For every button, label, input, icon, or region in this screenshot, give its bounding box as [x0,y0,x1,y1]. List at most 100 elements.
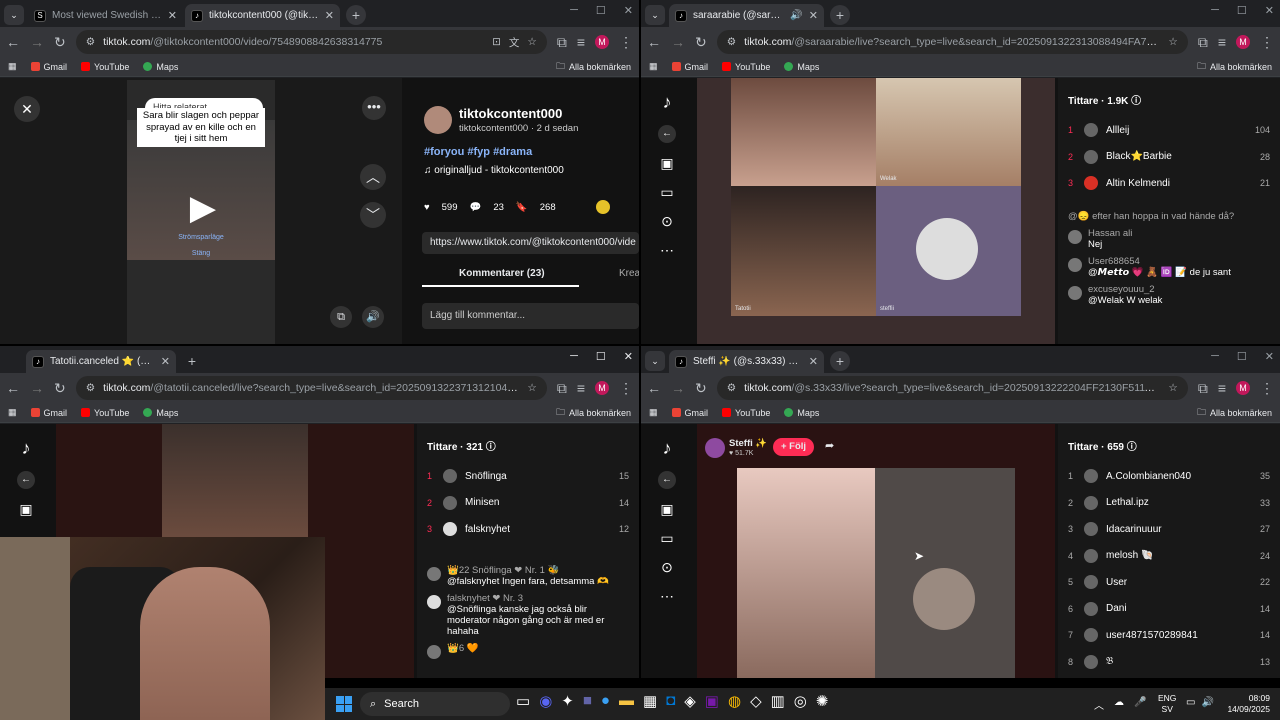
live-feed-icon[interactable]: ▣ [19,501,32,518]
photos-icon[interactable]: ▥ [771,692,785,710]
camera-icon[interactable]: ▭ [660,184,673,201]
viewer-row[interactable]: 2 Minisen 14 [427,490,629,517]
live-feed-icon[interactable]: ▣ [660,155,673,172]
maximize-icon[interactable]: ☐ [1237,4,1247,17]
live-video[interactable]: Steffi ✨ ♥ 51.7K + Följ ➦ [697,424,1055,678]
back-icon[interactable]: ← [647,34,661,50]
more-options-icon[interactable]: ••• [362,96,386,120]
new-tab-button[interactable]: + [346,5,366,25]
camera-icon[interactable]: ▭ [660,530,673,547]
star-icon[interactable]: ☆ [527,36,536,48]
bookmark-maps[interactable]: Maps [143,408,178,418]
back-icon[interactable]: ← [6,380,20,396]
viewer-row[interactable]: 7 user4871570289841 14 [1068,622,1270,649]
chatgpt-icon[interactable]: ✺ [816,692,829,710]
bookmark-youtube[interactable]: YouTube [81,408,129,418]
copy-link-field[interactable]: https://www.tiktok.com/@tiktokcontent000… [422,232,639,254]
maximize-icon[interactable]: ☐ [596,4,606,17]
more-icon[interactable]: ⋯ [660,588,674,605]
volume-icon[interactable]: 🔊 [362,306,384,328]
media-icon[interactable]: ≡ [577,34,585,50]
app-icon[interactable]: ◇ [750,692,762,710]
maximize-icon[interactable]: ☐ [1237,350,1247,363]
bookmark-maps[interactable]: Maps [784,62,819,72]
tab-tiktok-video[interactable]: ♪tiktokcontent000 (@tiktokcont✕ [185,4,340,27]
forward-icon[interactable]: → [671,380,685,396]
more-icon[interactable]: ⋯ [660,242,674,259]
mic-icon[interactable]: 🎤 [1134,697,1146,712]
site-info-icon[interactable]: ⚙ [86,36,95,48]
save-icon[interactable]: 🔖 [516,202,528,213]
reload-icon[interactable]: ↻ [695,380,707,397]
bookmark-youtube[interactable]: YouTube [722,62,770,72]
close-window-icon[interactable]: ✕ [624,4,633,17]
hashtags[interactable]: #foryou #fyp #drama [424,146,532,158]
obs-icon[interactable]: ◎ [794,692,807,710]
outlook-icon[interactable]: ◘ [666,692,675,710]
apps-icon[interactable]: ▦ [649,407,658,418]
close-tab-icon[interactable]: ✕ [809,9,818,22]
site-info-icon[interactable]: ⚙ [86,382,95,394]
live-feed-icon[interactable]: ▣ [660,501,673,518]
onedrive-icon[interactable]: ☁ [1114,697,1124,712]
close-window-icon[interactable]: ✕ [1265,4,1274,17]
clock[interactable]: 08:09 14/09/2025 [1222,693,1270,715]
viewer-row[interactable]: 1 A.Colombianen040 35 [1068,463,1270,490]
minimize-icon[interactable]: ─ [1211,4,1219,17]
viewer-row[interactable]: 3 Idacarinuuur 27 [1068,516,1270,543]
forward-icon[interactable]: → [30,34,44,50]
bookmark-gmail[interactable]: Gmail [671,62,708,72]
star-icon[interactable]: ☆ [1168,36,1177,48]
star-icon[interactable]: ☆ [527,382,536,394]
viewer-row[interactable]: 2 Black⭐Barbie 28 [1068,144,1270,171]
minimize-icon[interactable]: ─ [1211,350,1219,363]
language-indicator[interactable]: ENG SV [1158,693,1176,715]
address-bar[interactable]: ⚙ tiktok.com/@saraarabie/live?search_type… [716,30,1188,54]
back-icon[interactable]: ← [647,380,661,396]
guest-tile-1[interactable] [731,78,876,186]
tab-creator-videos[interactable]: Krea [619,268,639,279]
bookmark-youtube[interactable]: YouTube [81,62,129,72]
close-window-icon[interactable]: ✕ [1265,350,1274,363]
play-icon[interactable]: ▶ [185,189,221,227]
all-bookmarks[interactable]: 🗀 Alla bokmärken [556,59,631,75]
guest-tile-2[interactable]: Welak [876,78,1021,186]
edge-icon[interactable]: ● [601,692,610,710]
viewer-row[interactable]: 3 Altin Kelmendi 21 [1068,170,1270,197]
viewer-row[interactable]: 4 melosh 🐚 24 [1068,543,1270,570]
maximize-icon[interactable]: ☐ [596,350,606,363]
viewer-row[interactable]: 9ifk7kwlt [1068,675,1270,678]
taskbar-search[interactable]: ⌕ Search [360,692,510,716]
minimize-icon[interactable]: ─ [570,350,578,363]
bookmark-gmail[interactable]: Gmail [30,408,67,418]
reload-icon[interactable]: ↻ [54,34,66,51]
close-tab-icon[interactable]: ✕ [161,355,170,368]
media-icon[interactable]: ≡ [1218,380,1226,396]
reload-icon[interactable]: ↻ [695,34,707,51]
tab-search-icon[interactable]: ⌄ [4,5,24,25]
all-bookmarks[interactable]: 🗀 Alla bokmärken [556,405,631,421]
back-arrow-icon[interactable]: ← [17,471,35,489]
video-player[interactable]: Hitta relaterat Sara blir slagen och pep… [127,80,275,344]
site-info-icon[interactable]: ⚙ [727,382,736,394]
status-icons[interactable]: ▭ 🔊 [1186,697,1214,708]
guest-tile-2[interactable] [875,468,1015,678]
site-info-icon[interactable]: ⚙ [727,36,736,48]
address-bar[interactable]: ⚙ tiktok.com/@s.33x33/live?search_type=li… [716,376,1188,400]
tab-kick-streams[interactable]: SMost viewed Swedish Kick Stre✕ [28,4,183,27]
author-name[interactable]: tiktokcontent000 [459,106,562,121]
media-icon[interactable]: ≡ [1218,34,1226,50]
share-coin-icon[interactable] [595,200,610,214]
viewer-row[interactable]: 1 Snöflinga 15 [427,463,629,490]
minimize-icon[interactable]: ─ [570,4,578,17]
all-bookmarks[interactable]: 🗀 Alla bokmärken [1197,405,1272,421]
pip-icon[interactable]: ⧉ [330,306,352,328]
bookmark-maps[interactable]: Maps [143,62,178,72]
profile-avatar[interactable]: M [595,35,609,49]
apps-icon[interactable]: ▦ [8,61,17,72]
menu-icon[interactable]: ⋮ [1260,34,1274,51]
extensions-icon[interactable]: ⧉ [557,380,567,397]
store-icon[interactable]: ▦ [643,692,657,710]
copilot-icon[interactable]: ✦ [561,692,574,710]
close-video-button[interactable]: ✕ [14,96,40,122]
